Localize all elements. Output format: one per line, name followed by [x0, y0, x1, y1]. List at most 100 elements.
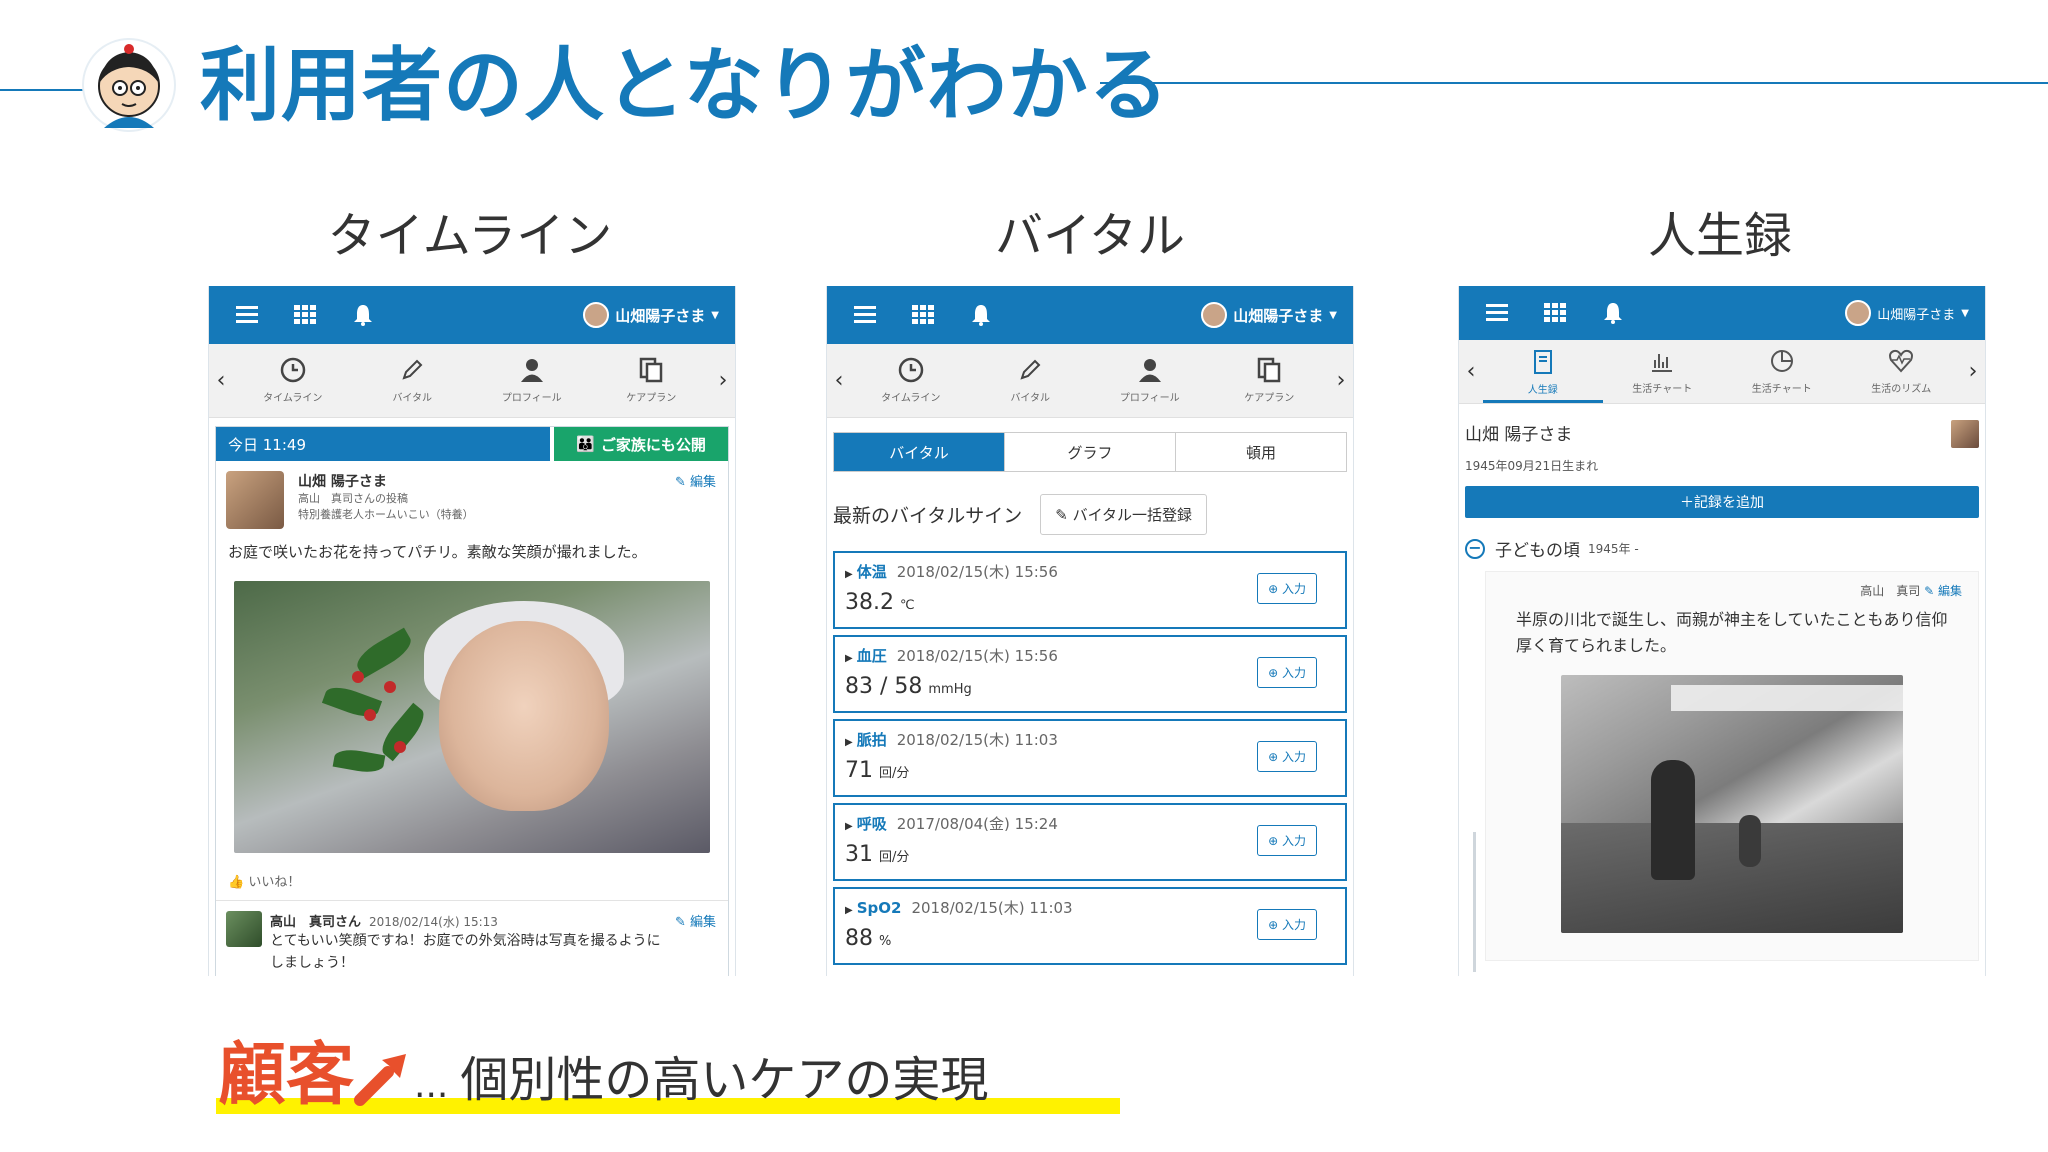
pen-icon — [402, 359, 423, 380]
like-button[interactable]: 👍 いいね！ — [216, 853, 728, 900]
nav-life-rhythm[interactable]: 生活のリズム — [1842, 348, 1962, 395]
section-title: 子どもの頃 — [1495, 541, 1580, 561]
nav-lifelog[interactable]: 人生録 — [1483, 349, 1603, 403]
vital-value: 38.2 — [845, 590, 894, 615]
vital-name[interactable]: 呼吸 — [857, 815, 887, 833]
publish-label: ご家族にも公開 — [600, 435, 706, 454]
vital-value: 83 / 58 — [845, 674, 923, 699]
nav-profile[interactable]: プロフィール — [1090, 357, 1210, 404]
plus-circle-icon: ⊕ — [1268, 918, 1282, 932]
vital-row: ▶ 血圧 2018/02/15(木) 15:56 83 / 58 mmHg ⊕ 入力 — [833, 635, 1347, 713]
timeline-rail — [1473, 832, 1476, 972]
nav-life-pie[interactable]: 生活チャート — [1722, 348, 1842, 395]
nav-life-chart[interactable]: 生活チャート — [1603, 348, 1723, 395]
bottom-message: 顧客 ... 個別性の高いケアの実現 — [218, 1036, 988, 1116]
menu-icon[interactable] — [225, 295, 269, 335]
section-year: 1945年 - — [1588, 542, 1639, 556]
tab-graph[interactable]: グラフ — [1004, 433, 1175, 471]
vital-input-button[interactable]: ⊕ 入力 — [1257, 741, 1317, 772]
vital-name[interactable]: 脈拍 — [857, 731, 887, 749]
vital-input-button[interactable]: ⊕ 入力 — [1257, 909, 1317, 940]
resident-avatar — [1951, 420, 1979, 448]
nav-careplan[interactable]: ケアプラン — [1210, 357, 1330, 404]
nav-next-arrow[interactable]: › — [1329, 368, 1353, 393]
menu-icon[interactable] — [1475, 293, 1519, 333]
nav-profile[interactable]: プロフィール — [472, 357, 592, 404]
column-title-timeline: タイムライン — [327, 208, 613, 264]
user-avatar — [583, 302, 610, 328]
commenter-name: 高山 真司さん — [270, 915, 362, 930]
bar-chart-icon — [1652, 354, 1673, 372]
poster-sub2: 特別養護老人ホームいこい（特養） — [298, 508, 474, 521]
vital-name[interactable]: 体温 — [857, 563, 887, 581]
person-icon — [520, 359, 543, 382]
pie-chart-icon — [1770, 350, 1793, 372]
grid-icon[interactable] — [283, 295, 327, 335]
vital-time: 2018/02/15(木) 15:56 — [896, 647, 1058, 665]
post-edit-link[interactable]: ✎ 編集 — [675, 471, 716, 490]
nav-prev-arrow[interactable]: ‹ — [209, 368, 233, 393]
column-title-vital: バイタル — [994, 208, 1186, 264]
nav-timeline[interactable]: タイムライン — [233, 357, 353, 404]
nav-vital[interactable]: バイタル — [353, 357, 473, 404]
chevron-down-icon: ▼ — [711, 309, 719, 321]
nav-prev-arrow[interactable]: ‹ — [1459, 359, 1483, 384]
vital-value: 88 — [845, 926, 873, 951]
nav-prev-arrow[interactable]: ‹ — [827, 368, 851, 393]
edit-icon: ✎ — [674, 915, 690, 930]
publish-to-family-button[interactable]: 👪 ご家族にも公開 — [554, 427, 728, 461]
nav-next-arrow[interactable]: › — [1961, 359, 1985, 384]
vital-heading: 最新のバイタルサイン — [833, 505, 1023, 527]
tab-vital[interactable]: バイタル — [834, 433, 1004, 471]
bell-icon[interactable] — [959, 295, 1003, 335]
vital-unit: ℃ — [899, 598, 915, 613]
user-menu[interactable]: 山畑陽子さま ▼ — [583, 302, 719, 328]
nav-label: ケアプラン — [626, 393, 677, 404]
clock-icon — [280, 357, 305, 383]
input-label: 入力 — [1281, 918, 1306, 932]
tab-prn[interactable]: 頓用 — [1175, 433, 1346, 471]
entry-edit-link[interactable]: ✎ 編集 — [1924, 584, 1962, 598]
caret-right-icon: ▶ — [845, 821, 853, 832]
vital-input-button[interactable]: ⊕ 入力 — [1257, 657, 1317, 688]
bell-icon[interactable] — [1591, 293, 1635, 333]
collapse-icon[interactable]: − — [1465, 538, 1485, 559]
add-record-button[interactable]: ＋記録を追加 — [1465, 486, 1979, 518]
bell-icon[interactable] — [341, 295, 385, 335]
nav-vital[interactable]: バイタル — [971, 357, 1091, 404]
nav-label: プロフィール — [501, 393, 562, 404]
vital-input-button[interactable]: ⊕ 入力 — [1257, 573, 1317, 604]
nav-careplan[interactable]: ケアプラン — [592, 357, 712, 404]
vital-time: 2017/08/04(金) 15:24 — [896, 815, 1058, 833]
vital-list: ▶ 体温 2018/02/15(木) 15:56 38.2 ℃ ⊕ 入力 ▶ 血圧 2018/0… — [827, 551, 1353, 965]
vital-value: 31 — [845, 842, 873, 867]
chevron-down-icon: ▼ — [1961, 307, 1969, 319]
grid-icon[interactable] — [1533, 293, 1577, 333]
nav-label: プロフィール — [1119, 393, 1180, 404]
lifelog-entry: 高山 真司 ✎ 編集 半原の川北で誕生し、両親が神主をしていたこともあり信仰厚く… — [1485, 571, 1979, 961]
person-icon — [1138, 359, 1161, 382]
input-label: 入力 — [1281, 582, 1306, 596]
grid-icon[interactable] — [901, 295, 945, 335]
nav-next-arrow[interactable]: › — [711, 368, 735, 393]
vital-row: ▶ SpO2 2018/02/15(木) 11:03 88% ⊕ 入力 — [833, 887, 1347, 965]
vital-input-button[interactable]: ⊕ 入力 — [1257, 825, 1317, 856]
vital-name[interactable]: SpO2 — [857, 899, 902, 917]
nav-label: 生活のリズム — [1871, 384, 1932, 395]
comment-text: とてもいい笑顔ですね！お庭での外気浴時は写真を撮るようにしましょう！ — [270, 933, 661, 971]
entry-photo[interactable] — [1561, 675, 1903, 933]
bulk-register-button[interactable]: ✎ バイタル一括登録 — [1040, 494, 1207, 535]
post-photo[interactable] — [234, 581, 710, 853]
vital-unit: % — [879, 934, 892, 949]
feature-nav: ‹ タイムライン バイタル プロフィール ケアプラン › — [827, 344, 1353, 418]
user-menu[interactable]: 山畑陽子さま ▼ — [1201, 302, 1337, 328]
caret-right-icon: ▶ — [845, 569, 853, 580]
user-menu[interactable]: 山畑陽子さま ▼ — [1845, 300, 1969, 326]
commenter-avatar — [226, 911, 262, 947]
vital-name[interactable]: 血圧 — [857, 647, 887, 665]
plus-circle-icon: ⊕ — [1268, 666, 1282, 680]
nav-timeline[interactable]: タイムライン — [851, 357, 971, 404]
menu-icon[interactable] — [843, 295, 887, 335]
comment-edit-link[interactable]: ✎ 編集 — [675, 911, 716, 930]
app-topbar: 山畑陽子さま ▼ — [209, 286, 735, 344]
